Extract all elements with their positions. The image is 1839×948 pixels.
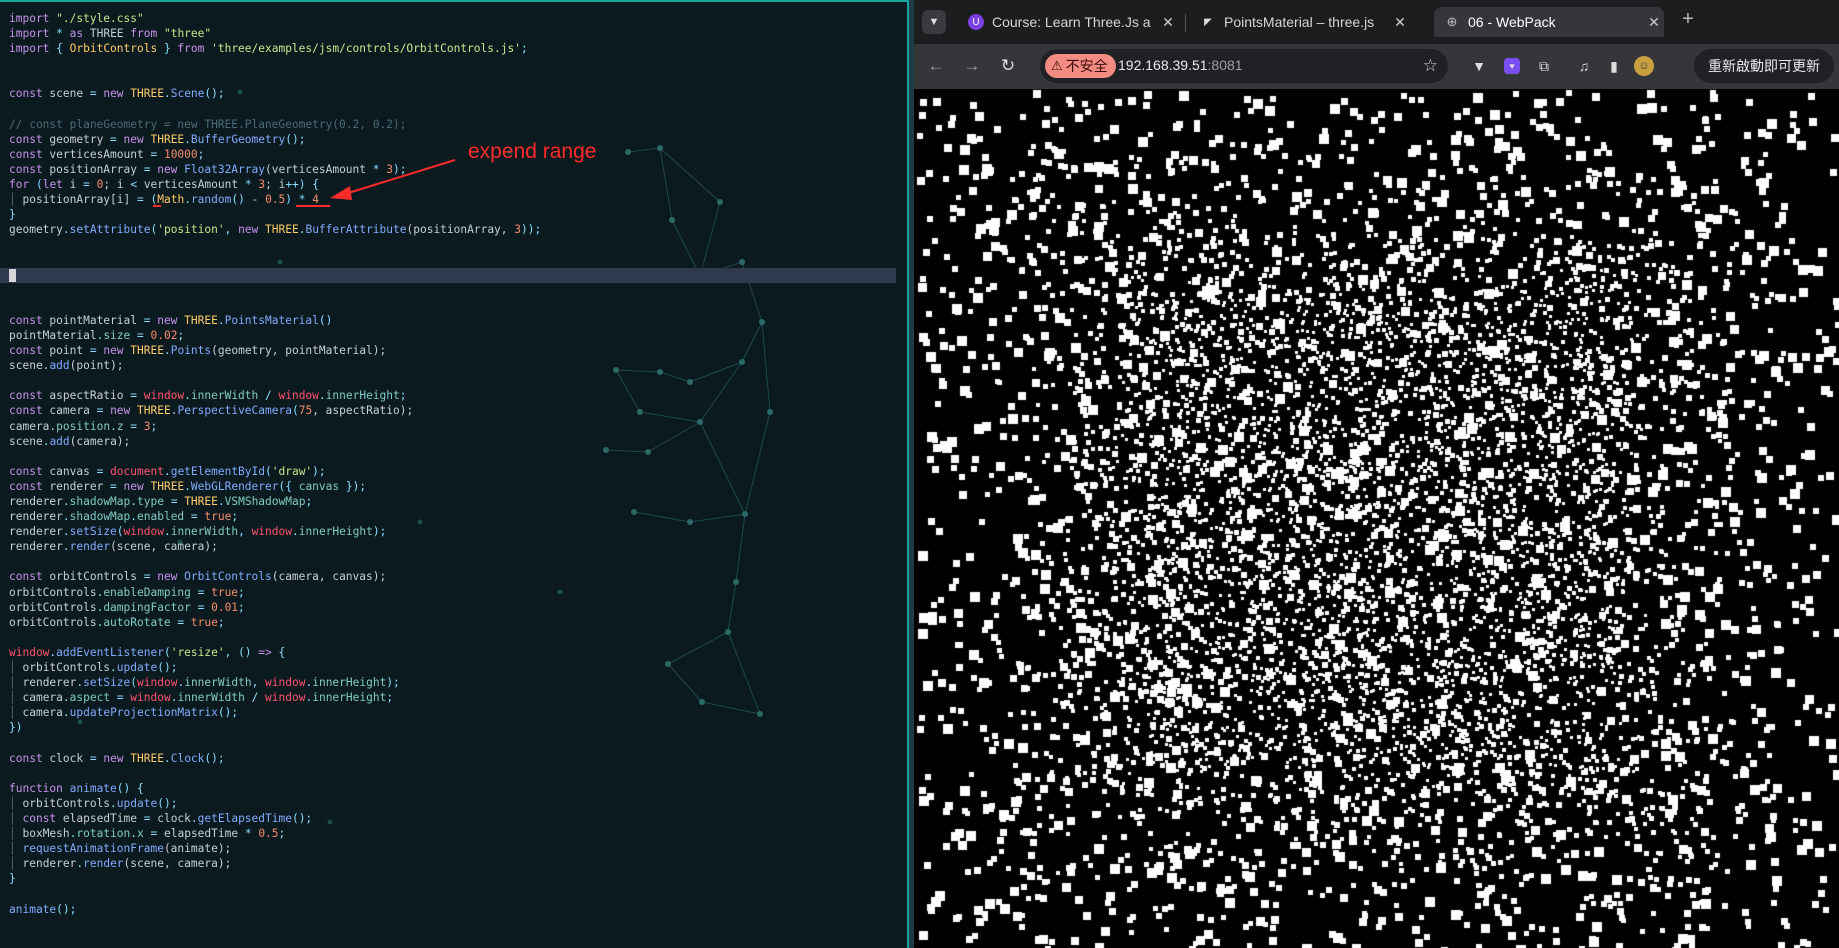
course-favicon-icon: U bbox=[968, 14, 984, 30]
vue-devtools-icon[interactable]: ▼ bbox=[1469, 56, 1489, 76]
webgl-points-canvas[interactable] bbox=[916, 89, 1839, 948]
tab-separator bbox=[1185, 14, 1186, 32]
close-tab-icon[interactable]: ✕ bbox=[1644, 14, 1664, 31]
tab-pointsmaterial[interactable]: ◤ PointsMaterial – three.js ✕ bbox=[1190, 7, 1410, 37]
close-tab-icon[interactable]: ✕ bbox=[1390, 14, 1410, 31]
extension-shield-icon[interactable]: ♥ bbox=[1504, 58, 1520, 74]
warning-icon: ⚠ bbox=[1051, 58, 1063, 73]
forward-button[interactable]: → bbox=[960, 54, 984, 78]
tab-title: PointsMaterial – three.js bbox=[1224, 14, 1375, 30]
url-host: 192.168.39.51 bbox=[1118, 57, 1208, 73]
browser-window: ▼ U Course: Learn Three.Js a ✕ ◤ PointsM… bbox=[914, 0, 1839, 948]
tab-webpack[interactable]: ⊕ 06 - WebPack ✕ bbox=[1434, 7, 1664, 37]
tab-title: 06 - WebPack bbox=[1468, 14, 1556, 30]
annotation-overlay bbox=[153, 159, 456, 207]
code-editor[interactable]: import "./style.css" import * as THREE fr… bbox=[0, 0, 908, 948]
tab-search-button[interactable]: ▼ bbox=[922, 10, 946, 34]
window-divider[interactable] bbox=[907, 0, 914, 948]
reload-button[interactable]: ↻ bbox=[996, 54, 1020, 78]
close-tab-icon[interactable]: ✕ bbox=[1158, 14, 1178, 31]
annotation-arrowhead bbox=[330, 186, 352, 200]
side-panel-icon[interactable]: ▮ bbox=[1604, 56, 1624, 76]
chevron-down-icon: ▼ bbox=[928, 16, 940, 28]
globe-icon: ⊕ bbox=[1446, 14, 1458, 29]
tab-course[interactable]: U Course: Learn Three.Js a ✕ bbox=[958, 7, 1178, 37]
url-port: :8081 bbox=[1207, 57, 1243, 73]
annotation-label: expend range bbox=[468, 140, 597, 163]
bookmark-star-icon[interactable]: ☆ bbox=[1423, 56, 1438, 76]
url-text[interactable]: 192.168.39.51:8081 bbox=[1118, 57, 1243, 73]
restart-to-update-button[interactable]: 重新啟動即可更新 bbox=[1694, 49, 1834, 83]
back-button[interactable]: ← bbox=[924, 54, 948, 78]
media-control-icon[interactable]: ♫ bbox=[1574, 56, 1594, 76]
security-label: 不安全 bbox=[1065, 58, 1108, 74]
browser-toolbar: ← → ↻ ⚠ 不安全 192.168.39.51:8081 ☆ ▼ ♥ ⧉ ♫… bbox=[914, 44, 1839, 89]
tab-strip: ▼ U Course: Learn Three.Js a ✕ ◤ PointsM… bbox=[914, 0, 1839, 44]
threejs-favicon-icon: ◤ bbox=[1204, 16, 1212, 28]
profile-avatar-icon[interactable]: ☺ bbox=[1634, 56, 1654, 76]
security-chip[interactable]: ⚠ 不安全 bbox=[1045, 54, 1116, 78]
tab-title: Course: Learn Three.Js a bbox=[992, 14, 1151, 30]
address-bar[interactable]: ⚠ 不安全 192.168.39.51:8081 ☆ bbox=[1040, 49, 1448, 83]
puzzle-extensions-icon[interactable]: ⧉ bbox=[1534, 56, 1554, 76]
annotation-arrow-line bbox=[344, 159, 456, 195]
new-tab-button[interactable]: + bbox=[1674, 8, 1702, 31]
